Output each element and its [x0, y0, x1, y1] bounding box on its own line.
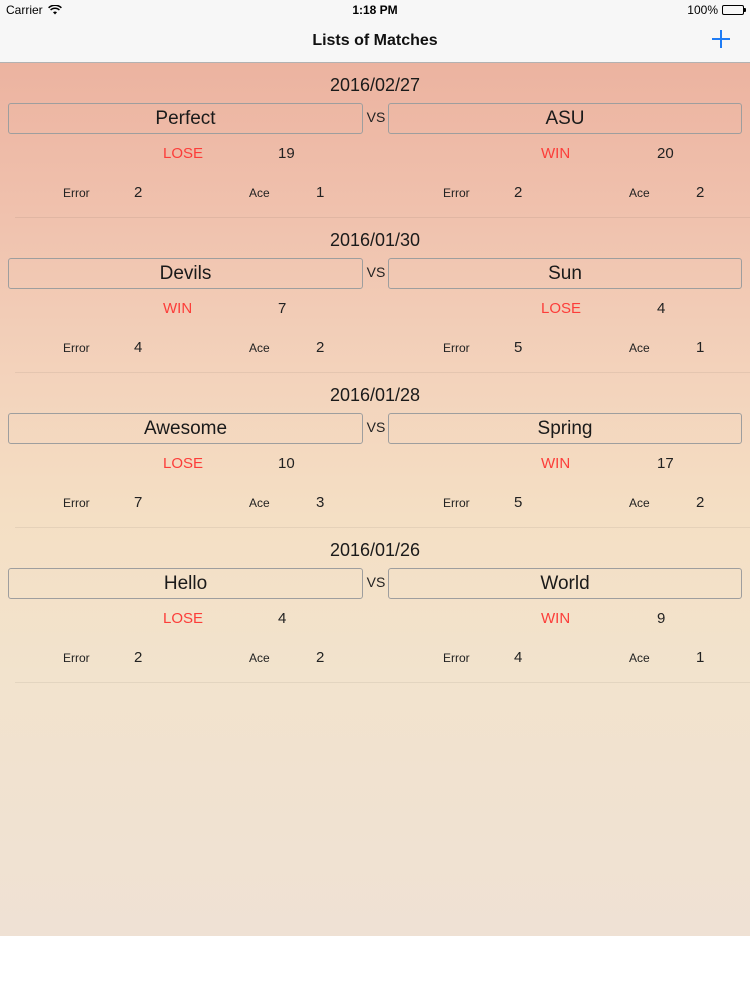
right-ace-value: 2: [696, 494, 705, 511]
left-ace-value: 2: [316, 339, 325, 356]
right-score: 20: [657, 145, 674, 162]
match-date: 2016/01/30: [329, 230, 421, 250]
status-bar: Carrier 1:18 PM 100%: [0, 0, 750, 22]
right-error-value: 2: [514, 184, 523, 201]
right-ace-label: Ace: [629, 186, 650, 200]
left-score: 4: [278, 610, 287, 627]
row-separator: [15, 682, 750, 683]
left-error-value: 2: [134, 184, 143, 201]
match-row[interactable]: 2016/01/26 Hello VS World LOSE 4 WIN 9 E…: [0, 528, 750, 683]
right-error-value: 5: [514, 339, 523, 356]
right-error-value: 4: [514, 649, 523, 666]
left-ace-label: Ace: [249, 496, 270, 510]
left-team-name[interactable]: Devils: [8, 258, 363, 289]
left-ace-value: 1: [316, 184, 325, 201]
right-team-name[interactable]: World: [388, 568, 742, 599]
left-error-label: Error: [63, 496, 90, 510]
vs-label: VS: [366, 264, 386, 280]
right-ace-label: Ace: [629, 651, 650, 665]
right-error-label: Error: [443, 186, 470, 200]
right-team-name[interactable]: Sun: [388, 258, 742, 289]
status-time: 1:18 PM: [352, 3, 398, 17]
left-error-value: 4: [134, 339, 143, 356]
right-ace-value: 1: [696, 649, 705, 666]
right-error-label: Error: [443, 651, 470, 665]
left-error-label: Error: [63, 186, 90, 200]
left-team-name[interactable]: Awesome: [8, 413, 363, 444]
page-title: Lists of Matches: [312, 32, 438, 49]
right-result: WIN: [541, 455, 571, 472]
right-ace-label: Ace: [629, 341, 650, 355]
left-error-value: 2: [134, 649, 143, 666]
right-result: LOSE: [541, 300, 582, 317]
navigation-bar: Lists of Matches: [0, 22, 750, 63]
right-score: 4: [657, 300, 666, 317]
match-row[interactable]: 2016/02/27 Perfect VS ASU LOSE 19 WIN 20…: [0, 63, 750, 218]
match-date: 2016/02/27: [329, 75, 421, 95]
left-error-label: Error: [63, 651, 90, 665]
right-score: 17: [657, 455, 674, 472]
right-ace-value: 1: [696, 339, 705, 356]
vs-label: VS: [366, 419, 386, 435]
vs-label: VS: [366, 109, 386, 125]
right-result: WIN: [541, 610, 571, 627]
left-ace-value: 3: [316, 494, 325, 511]
match-row[interactable]: 2016/01/28 Awesome VS Spring LOSE 10 WIN…: [0, 373, 750, 528]
left-result: LOSE: [163, 610, 204, 627]
right-ace-value: 2: [696, 184, 705, 201]
right-team-name[interactable]: ASU: [388, 103, 742, 134]
right-score: 9: [657, 610, 666, 627]
right-team-name[interactable]: Spring: [388, 413, 742, 444]
left-error-label: Error: [63, 341, 90, 355]
match-date: 2016/01/28: [329, 385, 421, 405]
left-result: LOSE: [163, 455, 204, 472]
right-error-value: 5: [514, 494, 523, 511]
left-team-name[interactable]: Perfect: [8, 103, 363, 134]
left-score: 19: [278, 145, 295, 162]
right-result: WIN: [541, 145, 571, 162]
match-row[interactable]: 2016/01/30 Devils VS Sun WIN 7 LOSE 4 Er…: [0, 218, 750, 373]
bottom-blank-area: [0, 936, 750, 1000]
right-ace-label: Ace: [629, 496, 650, 510]
battery-icon: [722, 5, 746, 15]
match-list[interactable]: 2016/02/27 Perfect VS ASU LOSE 19 WIN 20…: [0, 63, 750, 936]
left-ace-label: Ace: [249, 341, 270, 355]
vs-label: VS: [366, 574, 386, 590]
left-score: 10: [278, 455, 295, 472]
right-error-label: Error: [443, 341, 470, 355]
status-right: 100%: [687, 3, 746, 17]
left-ace-value: 2: [316, 649, 325, 666]
left-ace-label: Ace: [249, 651, 270, 665]
left-result: LOSE: [163, 145, 204, 162]
right-error-label: Error: [443, 496, 470, 510]
left-error-value: 7: [134, 494, 143, 511]
left-team-name[interactable]: Hello: [8, 568, 363, 599]
left-ace-label: Ace: [249, 186, 270, 200]
match-date: 2016/01/26: [329, 540, 421, 560]
battery-percent: 100%: [687, 3, 718, 17]
left-result: WIN: [163, 300, 193, 317]
add-match-button[interactable]: [710, 28, 732, 50]
left-score: 7: [278, 300, 287, 317]
